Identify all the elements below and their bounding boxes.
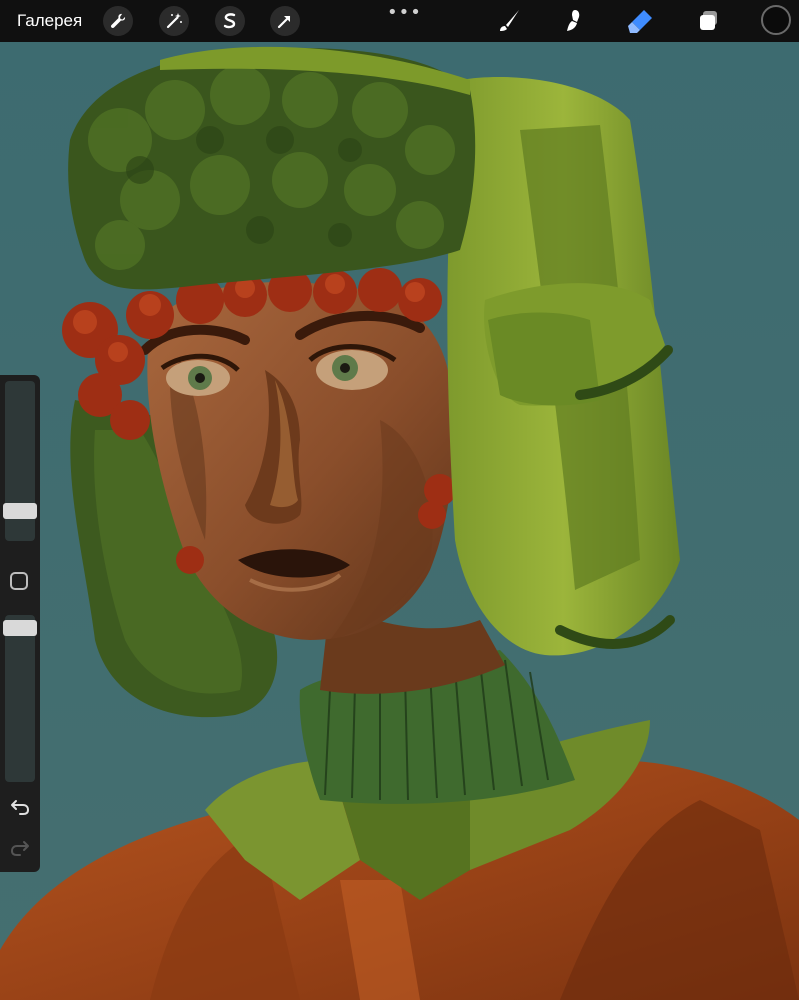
brush-size-thumb[interactable] xyxy=(3,503,37,519)
more-options-button[interactable]: ••• xyxy=(387,2,422,23)
modify-button[interactable] xyxy=(10,572,28,590)
drawing-canvas[interactable] xyxy=(0,42,799,1000)
smudge-icon[interactable] xyxy=(559,6,589,36)
left-sidebar xyxy=(0,375,40,872)
wrench-icon[interactable] xyxy=(103,6,133,36)
undo-icon[interactable] xyxy=(8,794,32,818)
opacity-slider[interactable] xyxy=(5,615,35,782)
eraser-icon[interactable] xyxy=(626,6,656,36)
redo-icon[interactable] xyxy=(8,835,32,859)
gallery-button[interactable]: Галерея xyxy=(17,10,82,32)
magic-wand-icon[interactable] xyxy=(159,6,189,36)
selection-icon[interactable] xyxy=(215,6,245,36)
opacity-thumb[interactable] xyxy=(3,620,37,636)
portrait-artwork xyxy=(0,42,799,1000)
transform-arrow-icon[interactable] xyxy=(270,6,300,36)
layers-icon[interactable] xyxy=(694,6,724,36)
top-toolbar: Галерея ••• xyxy=(0,0,799,42)
brush-icon[interactable] xyxy=(494,6,524,36)
color-picker-button[interactable] xyxy=(761,5,791,35)
